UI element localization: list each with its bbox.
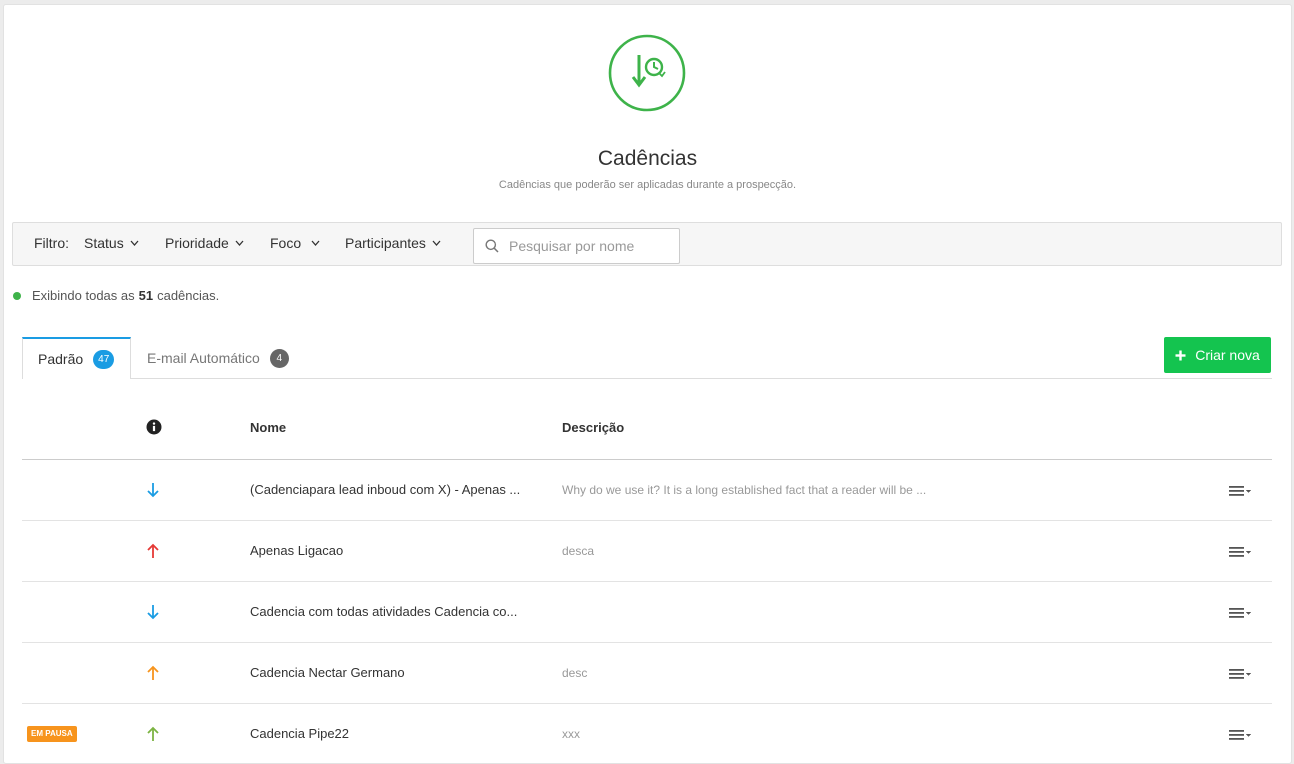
filter-focus-label: Foco (270, 235, 302, 251)
filter-status-label: Status (84, 235, 124, 251)
cadences-panel: Cadências Cadências que poderão ser apli… (3, 4, 1292, 764)
status-dot (13, 291, 21, 300)
tab-email-automatico-label: E-mail Automático (147, 350, 260, 366)
row-name[interactable]: Cadencia Pipe22 (250, 726, 349, 741)
filter-participants-label: Participantes (345, 235, 426, 251)
row-name[interactable]: Cadencia com todas atividades Cadencia c… (250, 604, 517, 619)
tab-email-automatico[interactable]: E-mail Automático 4 (147, 337, 289, 379)
filter-bar: Filtro: Status Prioridade Foco Participa… (12, 222, 1282, 266)
filter-status-dropdown[interactable]: Status (84, 235, 139, 251)
cadence-download-clock-icon (608, 34, 686, 112)
row-menu-icon[interactable] (1229, 667, 1253, 681)
paused-status-badge: EM PAUSA (27, 726, 77, 742)
results-count: 51 (138, 288, 154, 303)
results-prefix: Exibindo todas as (32, 288, 135, 303)
row-menu-icon[interactable] (1229, 545, 1253, 559)
search-input[interactable] (509, 229, 674, 263)
tab-padrao-label: Padrão (38, 351, 84, 367)
info-icon (146, 419, 162, 435)
table-row[interactable]: Cadencia Nectar Germano desc (22, 643, 1272, 704)
filter-focus-dropdown[interactable]: Foco (270, 235, 320, 251)
chevron-down-icon (311, 240, 320, 246)
priority-low-arrow-down-icon (147, 605, 159, 620)
chevron-down-icon (130, 240, 139, 246)
row-description: Why do we use it? It is a long establish… (562, 483, 927, 497)
priority-low-arrow-down-icon (147, 483, 159, 498)
create-new-button[interactable]: Criar nova (1164, 337, 1271, 373)
row-description: desc (562, 666, 588, 680)
page-subtitle: Cadências que poderão ser aplicadas dura… (498, 179, 797, 191)
plus-icon (1175, 350, 1186, 360)
search-icon (485, 239, 499, 253)
results-summary: Exibindo todas as 51 cadências. (13, 288, 219, 303)
column-header-description: Descrição (562, 420, 625, 435)
chevron-down-icon (432, 240, 441, 246)
table-row[interactable]: Apenas Ligacao desca (22, 521, 1272, 582)
results-suffix: cadências. (157, 288, 220, 303)
filter-priority-dropdown[interactable]: Prioridade (165, 235, 244, 251)
priority-medium-arrow-up-icon (147, 665, 159, 680)
row-menu-icon[interactable] (1229, 606, 1253, 620)
row-menu-icon[interactable] (1229, 728, 1253, 742)
row-name[interactable]: (Cadenciapara lead inboud com X) - Apena… (250, 482, 520, 497)
tab-padrao[interactable]: Padrão 47 (22, 337, 131, 379)
column-header-name[interactable]: Nome (250, 420, 286, 435)
priority-arrow-up-icon (147, 726, 159, 741)
row-description: desca (562, 544, 595, 558)
chevron-down-icon (235, 240, 244, 246)
priority-high-arrow-up-icon (147, 543, 159, 558)
row-menu-icon[interactable] (1229, 484, 1253, 498)
create-new-label: Criar nova (1195, 347, 1260, 363)
filter-participants-dropdown[interactable]: Participantes (345, 235, 441, 251)
table-row[interactable]: Cadencia com todas atividades Cadencia c… (22, 582, 1272, 643)
row-description: xxx (562, 727, 580, 741)
filter-priority-label: Prioridade (165, 235, 229, 251)
row-name[interactable]: Cadencia Nectar Germano (250, 665, 405, 680)
row-name[interactable]: Apenas Ligacao (250, 543, 343, 558)
search-box (473, 228, 680, 264)
tab-padrao-count-badge: 47 (93, 349, 115, 369)
page-title: Cadências (597, 147, 698, 170)
tab-email-automatico-count-badge: 4 (269, 348, 289, 368)
table-header: Nome Descrição (22, 399, 1272, 459)
table-row[interactable]: EM PAUSA Cadencia Pipe22 xxx (22, 704, 1272, 763)
table-row[interactable]: (Cadenciapara lead inboud com X) - Apena… (22, 460, 1272, 521)
filter-label: Filtro: (34, 235, 69, 251)
